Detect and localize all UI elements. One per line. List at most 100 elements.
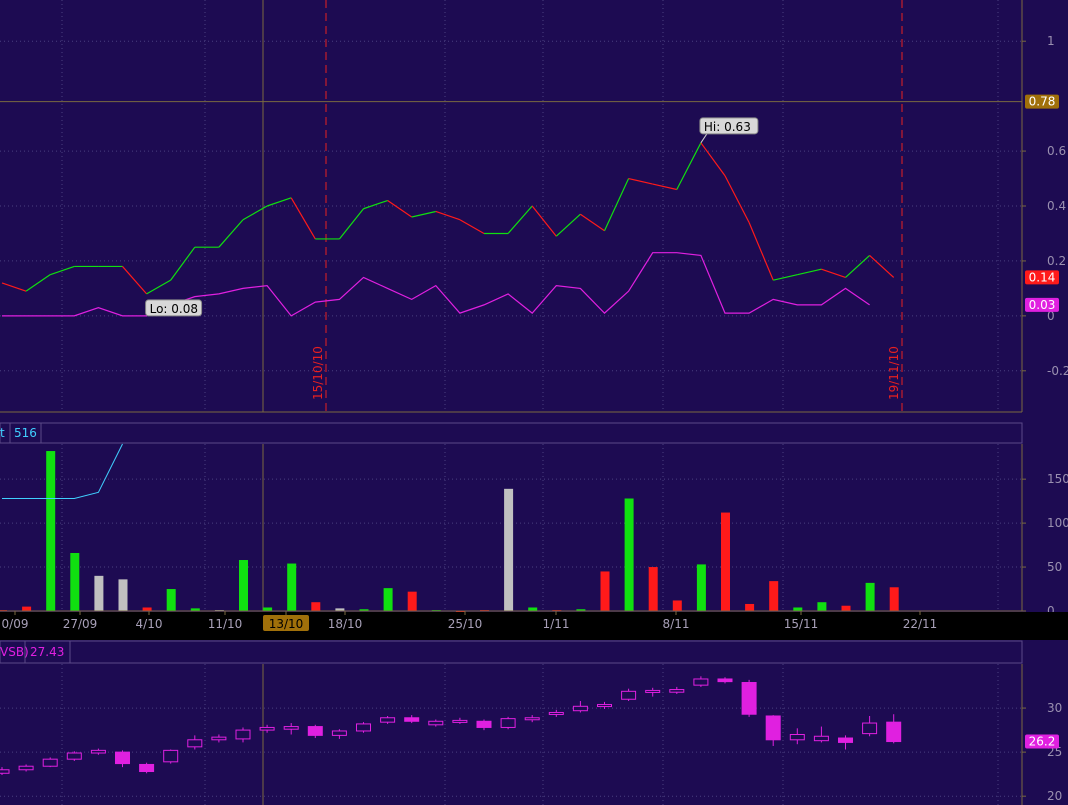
candle-body <box>693 678 709 686</box>
volume-bar <box>407 591 417 611</box>
volume-bar <box>769 581 779 611</box>
stock-chart: 10.60.40.20-0.20.7815/10/10 19/11/100.140… <box>0 0 1068 805</box>
x-tick-label: 8/11 <box>663 617 690 631</box>
candle-body <box>139 763 155 773</box>
candle-body <box>42 758 58 767</box>
candle-body <box>813 735 829 742</box>
volume-bar <box>865 582 875 611</box>
candle-body <box>404 717 420 722</box>
volume-bar <box>383 588 393 611</box>
candle-body <box>524 717 540 721</box>
volume-bar <box>70 552 80 611</box>
volume-bar <box>721 512 730 611</box>
y-tick-label: 1 <box>1047 34 1055 48</box>
volume-bar <box>46 451 56 611</box>
y-tick-label: 0.6 <box>1047 144 1066 158</box>
panel-gap <box>0 413 1068 423</box>
volume-bar <box>239 560 248 611</box>
x-tick-label: 11/10 <box>208 617 243 631</box>
candle-body <box>572 705 588 712</box>
x-tick-label: 27/09 <box>63 617 98 631</box>
candle-body <box>621 690 637 700</box>
candle-body <box>838 737 853 743</box>
candle-body <box>717 678 733 683</box>
y-tick-label: 0.4 <box>1047 199 1066 213</box>
candle-body <box>163 749 179 763</box>
candle-body <box>789 734 805 741</box>
candle-body <box>115 751 130 765</box>
y-tick-label: 100 <box>1047 516 1068 530</box>
candle-body <box>18 765 34 771</box>
candle-body <box>90 749 106 754</box>
x-tick-label: 25/10 <box>448 617 483 631</box>
candle-body <box>187 739 203 748</box>
volume-bar <box>118 579 128 611</box>
crosshair-value-label: 0.78 <box>1029 95 1056 109</box>
y-tick-label: 30 <box>1047 701 1062 715</box>
candle-body <box>548 711 564 715</box>
candle-body <box>283 726 299 730</box>
x-tick-label: 15/11 <box>784 617 819 631</box>
volume-bar <box>94 575 104 611</box>
x-tick-label: 1/11 <box>543 617 570 631</box>
candle-body <box>765 715 781 741</box>
candle-body <box>862 722 878 735</box>
candle-body <box>452 719 468 723</box>
volume-bar <box>648 567 658 611</box>
x-tick-label: 22/11 <box>903 617 938 631</box>
candle-body <box>886 721 902 743</box>
volume-bar <box>600 571 610 611</box>
candle-body <box>235 729 251 740</box>
volume-bar <box>142 607 152 611</box>
volume-bar <box>311 602 321 611</box>
candle-body <box>380 717 396 723</box>
candle-body <box>307 726 323 736</box>
volume-bar <box>745 603 755 611</box>
lo-callout: Lo: 0.08 <box>150 302 198 316</box>
volume-bar <box>841 605 851 611</box>
candle-body <box>597 704 612 708</box>
last-value-label-magenta: 0.03 <box>1029 298 1056 312</box>
y-tick-label: 20 <box>1047 789 1062 803</box>
candle-body <box>0 769 10 774</box>
volume-bar <box>528 607 538 611</box>
candle-body <box>645 689 661 693</box>
candle-body <box>428 720 444 726</box>
volume-bar <box>263 607 273 611</box>
volume-bar <box>166 589 176 611</box>
volume-bar <box>287 563 297 611</box>
volume-header-bar <box>0 422 1023 444</box>
volume-bar <box>672 600 682 611</box>
highlighted-x-tick-label: 13/10 <box>269 617 304 631</box>
volume-bar <box>22 606 32 611</box>
x-tick-label: 18/10 <box>328 617 363 631</box>
x-tick-label: 4/10 <box>136 617 163 631</box>
candle-body <box>356 723 371 732</box>
volume-bar <box>817 602 827 611</box>
price-header-label: VSB) <box>0 645 29 659</box>
volume-header-value: 516 <box>14 426 37 440</box>
price-header-bar <box>0 640 1023 664</box>
volume-bar <box>504 488 514 611</box>
last-price-label: 26.2 <box>1029 735 1056 749</box>
hi-callout: Hi: 0.63 <box>704 120 751 134</box>
y-tick-label: 50 <box>1047 560 1062 574</box>
candle-body <box>331 730 347 736</box>
volume-header-label: t <box>0 426 5 440</box>
candle-body <box>211 736 227 741</box>
date-marker-label: 19/11/10 <box>887 346 901 400</box>
candle-body <box>476 720 492 728</box>
volume-bar <box>793 607 803 611</box>
y-tick-label: 150 <box>1047 472 1068 486</box>
candle-body <box>66 752 82 760</box>
price-header-value: 27.43 <box>30 645 64 659</box>
volume-bar <box>624 498 634 611</box>
candle-body <box>669 689 685 693</box>
candle-body <box>259 726 275 731</box>
volume-bar <box>889 587 899 611</box>
chart-background <box>0 0 1068 805</box>
x-tick-label: 0/09 <box>2 617 29 631</box>
candle-body <box>500 718 516 728</box>
y-tick-label: 0.2 <box>1047 254 1066 268</box>
candle-body <box>741 682 757 715</box>
